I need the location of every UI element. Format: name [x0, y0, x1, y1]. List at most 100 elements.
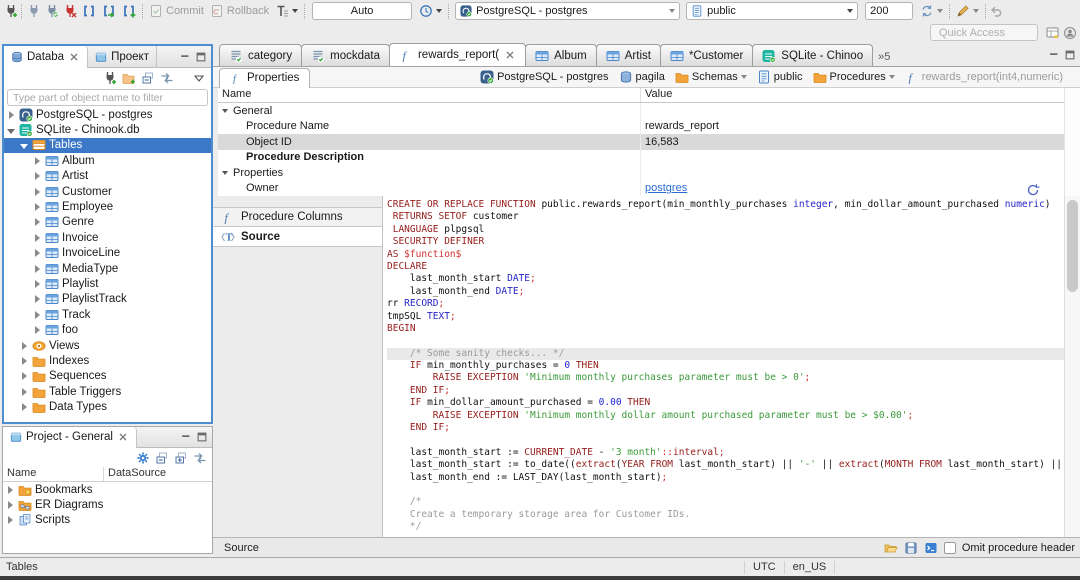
locale-indicator[interactable]: en_US: [785, 560, 836, 574]
tab-properties[interactable]: f Properties: [219, 67, 311, 88]
minimize-icon[interactable]: [1048, 49, 1060, 61]
reconnect-icon[interactable]: [45, 4, 59, 18]
tree-item-postgresql-postgres[interactable]: PostgreSQL - postgres: [4, 107, 211, 122]
sql-editor-icon[interactable]: [82, 4, 96, 18]
code-line[interactable]: */: [387, 521, 1064, 533]
expand-arrow-icon[interactable]: [33, 157, 42, 165]
breadcrumb-item-public[interactable]: public: [754, 69, 806, 85]
code-line[interactable]: last_month_start := to_date((extract(YEA…: [387, 459, 1064, 471]
new-folder-icon[interactable]: [122, 71, 136, 85]
disconnect-icon[interactable]: [63, 4, 77, 18]
grid-row-procedure-description[interactable]: Procedure Description: [218, 149, 1064, 165]
quick-access-input[interactable]: Quick Access: [930, 24, 1038, 41]
collapse-arrow-icon[interactable]: [20, 142, 29, 149]
expand-arrow-icon[interactable]: [33, 265, 42, 273]
edit-button[interactable]: [953, 1, 982, 21]
code-line[interactable]: BEGIN: [387, 323, 1064, 335]
breadcrumb-item-postgresql-postgres[interactable]: PostgreSQL - postgres: [477, 69, 611, 85]
grid-row-general[interactable]: General: [218, 103, 1064, 119]
code-line[interactable]: RAISE EXCEPTION 'Minimum monthly purchas…: [387, 372, 1064, 384]
breadcrumb-item-rewards-report-int4-numeric[interactable]: f rewards_report(int4,numeric): [902, 69, 1066, 85]
object-filter-input[interactable]: Type part of object name to filter: [7, 89, 208, 106]
side-tab-procedure-columns[interactable]: f Procedure Columns: [213, 207, 382, 227]
open-sql-script-icon[interactable]: [102, 4, 116, 18]
rollback-button[interactable]: Rollback: [207, 1, 272, 21]
grid-row-properties[interactable]: Properties: [218, 165, 1064, 181]
expand-arrow-icon[interactable]: [6, 516, 15, 524]
expand-arrow-icon[interactable]: [33, 249, 42, 257]
transaction-mode-combo[interactable]: Auto: [312, 2, 413, 20]
grid-value-link[interactable]: postgres: [645, 182, 687, 194]
tree-item-customer[interactable]: Customer: [4, 184, 211, 199]
tree-item-invoiceline[interactable]: InvoiceLine: [4, 246, 211, 261]
save-to-file-icon[interactable]: [904, 541, 918, 555]
code-line[interactable]: IF min_dollar_amount_purchased = 0.00 TH…: [387, 397, 1064, 409]
tree-item-tables[interactable]: Tables: [4, 137, 211, 154]
tree-item-playlist[interactable]: Playlist: [4, 276, 211, 291]
code-line[interactable]: SECURITY DEFINER: [387, 236, 1064, 248]
collapse-all-icon[interactable]: [155, 451, 169, 465]
expand-arrow-icon[interactable]: [20, 403, 29, 411]
more-tabs-indicator[interactable]: »5: [878, 51, 890, 66]
transaction-log-button[interactable]: [272, 1, 301, 21]
collapse-arrow-icon[interactable]: [222, 170, 228, 175]
tree-item-genre[interactable]: Genre: [4, 215, 211, 230]
expand-arrow-icon[interactable]: [33, 218, 42, 226]
collapse-arrow-icon[interactable]: [7, 127, 16, 134]
minimize-icon[interactable]: [180, 431, 192, 443]
code-line[interactable]: RAISE EXCEPTION 'Minimum monthly dollar …: [387, 410, 1064, 422]
maximize-icon[interactable]: [1064, 49, 1076, 61]
maximize-icon[interactable]: [195, 51, 207, 63]
link-with-editor-icon[interactable]: [193, 451, 207, 465]
tree-item-invoice[interactable]: Invoice: [4, 230, 211, 245]
scrollbar-thumb[interactable]: [1067, 200, 1078, 292]
code-line[interactable]: AS $function$: [387, 249, 1064, 261]
minimize-icon[interactable]: [179, 51, 191, 63]
column-name[interactable]: Name: [3, 467, 103, 481]
expand-arrow-icon[interactable]: [20, 388, 29, 396]
maximize-icon[interactable]: [196, 431, 208, 443]
new-connection-icon[interactable]: [4, 4, 18, 18]
close-icon[interactable]: [68, 51, 80, 63]
grid-scrollbar[interactable]: [1064, 88, 1080, 196]
tab-database-navigator[interactable]: Databa: [4, 45, 89, 68]
code-line[interactable]: CREATE OR REPLACE FUNCTION public.reward…: [387, 199, 1064, 211]
code-line[interactable]: END IF;: [387, 385, 1064, 397]
project-item-scripts[interactable]: Scripts: [3, 513, 212, 528]
grid-row-object-id[interactable]: Object ID 16,583: [218, 134, 1064, 150]
expand-all-icon[interactable]: [174, 451, 188, 465]
expand-arrow-icon[interactable]: [33, 311, 42, 319]
tree-item-sequences[interactable]: Sequences: [4, 369, 211, 384]
expand-arrow-icon[interactable]: [33, 172, 42, 180]
expand-arrow-icon[interactable]: [6, 501, 15, 509]
code-scrollbar[interactable]: [1064, 196, 1080, 537]
txn-history-button[interactable]: [416, 1, 445, 21]
collapse-arrow-icon[interactable]: [222, 108, 228, 113]
side-tab-source[interactable]: T Source: [213, 227, 382, 247]
code-line[interactable]: Create a temporary storage area for Cust…: [387, 509, 1064, 521]
editor-tab-artist[interactable]: Artist: [595, 44, 661, 66]
chevron-down-icon[interactable]: [888, 75, 895, 79]
omit-procedure-header-checkbox[interactable]: [943, 541, 956, 554]
editor-tab-mockdata[interactable]: mockdata: [301, 44, 390, 66]
code-line[interactable]: END IF;: [387, 422, 1064, 434]
tree-item-sqlite-chinook-db[interactable]: SQLite - Chinook.db: [4, 122, 211, 137]
code-line[interactable]: last_month_end DATE;: [387, 286, 1064, 298]
code-line[interactable]: [387, 484, 1064, 496]
expand-arrow-icon[interactable]: [20, 357, 29, 365]
schema-combo[interactable]: public: [686, 2, 859, 20]
code-line[interactable]: RETURNS SETOF customer: [387, 211, 1064, 223]
column-datasource[interactable]: DataSource: [103, 467, 166, 481]
tree-item-mediatype[interactable]: MediaType: [4, 261, 211, 276]
code-line[interactable]: rr RECORD;: [387, 298, 1064, 310]
expand-arrow-icon[interactable]: [33, 203, 42, 211]
project-item-bookmarks[interactable]: Bookmarks: [3, 482, 212, 497]
editor-tab-sqlite-chinoo[interactable]: SQLite - Chinoo: [752, 44, 874, 66]
timezone-indicator[interactable]: UTC: [744, 560, 785, 574]
perspective-dbeaver-icon[interactable]: [1046, 26, 1060, 40]
source-code[interactable]: CREATE OR REPLACE FUNCTION public.reward…: [383, 196, 1064, 537]
new-sql-editor-icon[interactable]: [122, 4, 136, 18]
refresh-button[interactable]: [917, 1, 946, 21]
code-line[interactable]: DECLARE: [387, 261, 1064, 273]
fetch-size-input[interactable]: 200: [865, 2, 914, 20]
